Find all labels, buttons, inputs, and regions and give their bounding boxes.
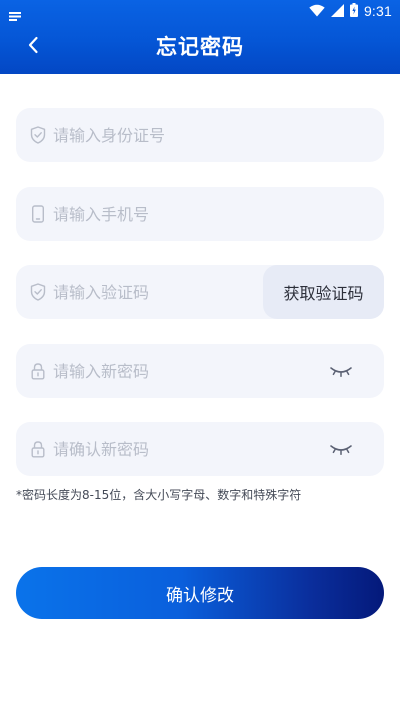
lock-icon [29, 362, 47, 380]
new-password-field-container [16, 344, 384, 398]
phone-field-container [16, 187, 384, 241]
app-header: 9:31 忘记密码 [0, 0, 400, 74]
battery-icon [349, 2, 358, 21]
notification-icon [9, 6, 21, 21]
get-verify-code-button[interactable]: 获取验证码 [263, 265, 384, 319]
password-rule-hint: *密码长度为8-15位，含大小写字母、数字和特殊字符 [16, 488, 302, 502]
confirm-change-button[interactable]: 确认修改 [16, 567, 384, 619]
cellular-signal-icon [330, 2, 344, 21]
confirm-password-input[interactable] [53, 422, 313, 476]
new-password-input[interactable] [53, 344, 313, 398]
lock-icon [29, 440, 47, 458]
verify-code-input[interactable] [53, 265, 253, 319]
forgot-password-screen: 9:31 忘记密码 请输入身份证号 请输入手机号 请输入验证码 获取验证码 *密… [0, 0, 400, 711]
id-number-field-container [16, 108, 384, 162]
eye-closed-icon[interactable] [328, 360, 354, 382]
eye-closed-icon[interactable] [328, 438, 354, 460]
phone-input[interactable] [53, 187, 313, 241]
page-title: 忘记密码 [156, 35, 244, 59]
id-number-input[interactable] [53, 108, 313, 162]
verify-code-field-container: 获取验证码 [16, 265, 384, 319]
wifi-icon [309, 2, 325, 21]
phone-icon [29, 205, 47, 223]
status-time: 9:31 [363, 3, 392, 19]
shield-check-icon [29, 126, 47, 144]
shield-check-icon [29, 283, 47, 301]
status-bar: 9:31 [0, 0, 400, 22]
confirm-password-field-container [16, 422, 384, 476]
